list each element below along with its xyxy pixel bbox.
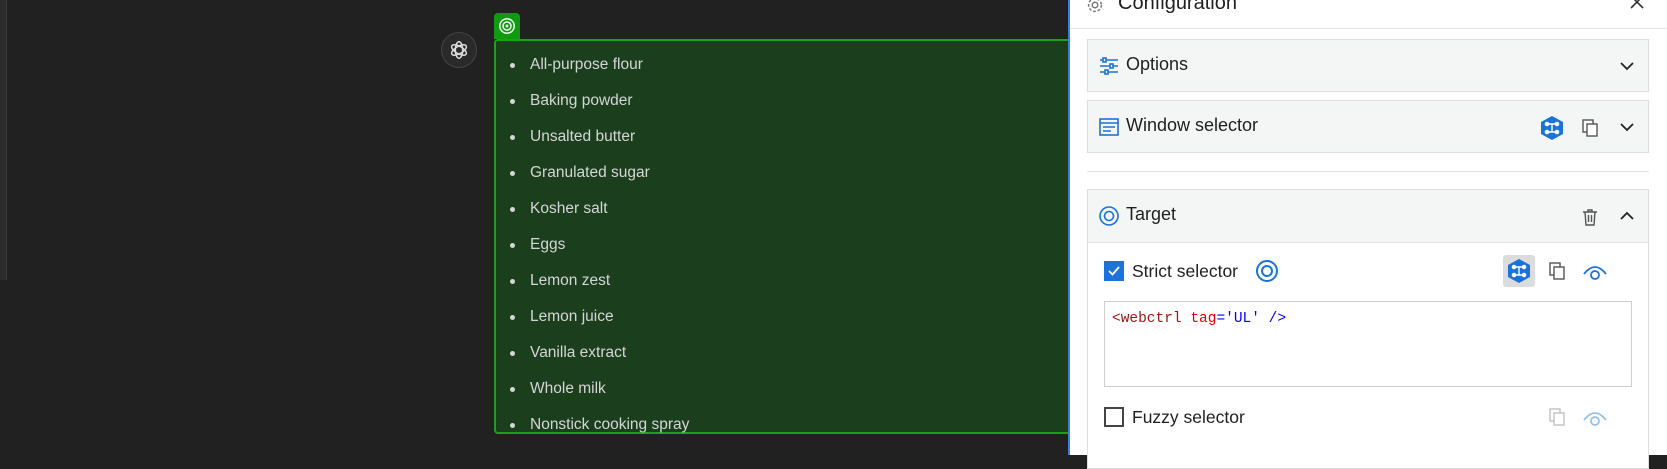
- configuration-panel: Configuration Options Window selector Ta…: [1068, 0, 1667, 469]
- checkmark-icon: [1108, 266, 1120, 276]
- target-section: Target Strict selector <webctrl tag='UL'…: [1087, 189, 1649, 469]
- target-icon: [1099, 206, 1119, 226]
- ingredient-list: All-purpose flour Baking powder Unsalted b…: [496, 47, 689, 443]
- window-selector-section[interactable]: Window selector: [1087, 100, 1649, 153]
- strict-selector-highlight-button[interactable]: [1581, 257, 1609, 285]
- list-item: Unsalted butter: [496, 119, 689, 155]
- copy-icon: [1582, 119, 1598, 137]
- fuzzy-selector-label: Fuzzy selector: [1132, 407, 1245, 427]
- window-selector-header[interactable]: Window selector: [1088, 101, 1648, 153]
- strict-selector-checkbox[interactable]: [1104, 261, 1124, 281]
- chevron-down-icon[interactable]: [1618, 57, 1636, 75]
- code-close: />: [1268, 311, 1287, 327]
- window-selector-tree-button[interactable]: [1538, 114, 1566, 142]
- copy-icon: [1549, 262, 1565, 280]
- panel-title: Configuration: [1118, 0, 1237, 14]
- hex-tree-icon: [1508, 259, 1530, 283]
- panel-header: Configuration: [1070, 0, 1667, 29]
- target-icon[interactable]: [1255, 259, 1279, 283]
- fuzzy-selector-highlight-button[interactable]: [1581, 403, 1609, 431]
- strict-selector-code: <webctrl tag='UL' />: [1112, 311, 1286, 327]
- highlighted-element-box[interactable]: All-purpose flour Baking powder Unsalted b…: [494, 39, 1074, 434]
- chevron-down-icon[interactable]: [1618, 118, 1636, 136]
- strict-selector-tree-button[interactable]: [1503, 255, 1535, 287]
- window-icon: [1099, 118, 1119, 136]
- options-section[interactable]: Options: [1087, 39, 1649, 92]
- assistant-avatar: [441, 32, 477, 68]
- gear-icon: [1087, 0, 1103, 13]
- target-label: Target: [1126, 204, 1177, 224]
- code-value: 'UL': [1225, 311, 1260, 327]
- section-divider: [1087, 171, 1649, 172]
- trash-icon: [1583, 209, 1597, 226]
- options-header[interactable]: Options: [1088, 40, 1648, 92]
- list-item: Lemon juice: [496, 299, 689, 335]
- code-attr: tag: [1190, 311, 1217, 327]
- list-item: Granulated sugar: [496, 155, 689, 191]
- list-item: Nonstick cooking spray: [496, 407, 689, 443]
- window-selector-copy-button[interactable]: [1576, 114, 1604, 142]
- fuzzy-selector-copy-button[interactable]: [1543, 403, 1571, 431]
- target-icon: [499, 18, 515, 34]
- list-item: All-purpose flour: [496, 47, 689, 83]
- hex-tree-icon: [1541, 116, 1563, 140]
- eye-icon: [1583, 266, 1607, 280]
- list-item: Lemon zest: [496, 263, 689, 299]
- list-item: Kosher salt: [496, 191, 689, 227]
- code-eq: =: [1216, 311, 1226, 327]
- strict-selector-copy-button[interactable]: [1543, 257, 1571, 285]
- sliders-icon: [1100, 57, 1118, 75]
- list-item: Vanilla extract: [496, 335, 689, 371]
- code-tag: <webctrl: [1112, 311, 1182, 327]
- eye-icon: [1583, 412, 1607, 426]
- list-item: Whole milk: [496, 371, 689, 407]
- list-item: Eggs: [496, 227, 689, 263]
- options-label: Options: [1126, 54, 1189, 74]
- close-icon[interactable]: [1627, 0, 1647, 12]
- target-delete-button[interactable]: [1576, 203, 1604, 231]
- strict-selector-editor[interactable]: <webctrl tag='UL' />: [1104, 301, 1632, 387]
- window-selector-label: Window selector: [1126, 115, 1259, 135]
- chevron-up-icon[interactable]: [1618, 207, 1636, 225]
- copy-icon: [1549, 408, 1565, 426]
- strict-selector-label: Strict selector: [1132, 261, 1238, 281]
- list-item: Baking powder: [496, 83, 689, 119]
- left-scroll-strip: [0, 0, 7, 280]
- openai-logo-icon: [450, 41, 468, 59]
- target-body: Strict selector <webctrl tag='UL' /> Fuz…: [1088, 242, 1648, 468]
- target-highlight-tag[interactable]: [494, 13, 520, 39]
- target-header[interactable]: Target: [1088, 190, 1648, 242]
- fuzzy-selector-checkbox[interactable]: [1104, 407, 1124, 427]
